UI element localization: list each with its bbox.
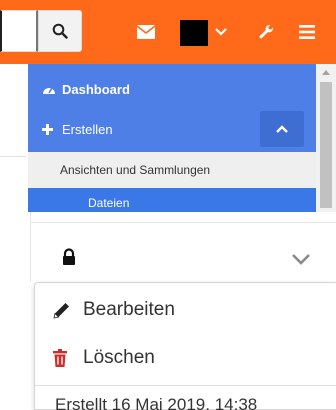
nav-scrollbar[interactable] [316,64,336,212]
created-date: Erstellt 16 Mai 2019, 14:38 [55,395,258,410]
main-menu-button[interactable] [298,22,316,42]
trash-icon [53,349,75,367]
chevron-down-icon [215,28,227,36]
nav-item-views-label: Ansichten und Sammlungen [60,163,211,177]
triangle-up-icon [322,69,330,75]
delete-button[interactable]: Löschen [53,343,155,373]
page-divider [0,156,26,157]
nav-item-views[interactable]: Ansichten und Sammlungen [28,152,316,188]
nav-item-create-label: Erstellen [62,121,113,137]
actions-dropdown: Bearbeiten Löschen Erstellt 16 Mai 2019,… [34,282,336,410]
wrench-icon [259,24,274,39]
nav-item-dashboard-label: Dashboard [62,81,130,97]
hamburger-icon [299,25,315,39]
collapse-create-button[interactable] [260,111,304,147]
inbox-button[interactable] [136,22,156,42]
search-icon [52,23,68,39]
access-card [30,212,336,282]
edit-button[interactable]: Bearbeiten [53,295,175,325]
nav-menu: Dashboard Erstellen Ansichten und Sammlu… [28,64,336,212]
actions-divider [35,385,336,386]
nav-item-dashboard[interactable]: Dashboard [28,70,316,108]
chevron-down-icon[interactable] [291,252,311,266]
user-menu-toggle[interactable] [214,22,228,42]
envelope-icon [137,25,155,39]
edit-label: Bearbeiten [83,299,175,320]
search-button[interactable] [38,10,82,52]
avatar[interactable] [180,20,208,46]
chevron-up-icon [276,125,288,133]
dashboard-icon [42,83,58,95]
nav-item-files[interactable]: Dateien [28,188,316,212]
lock-icon [63,248,75,265]
nav-item-files-label: Dateien [88,196,130,210]
card-divider [31,222,336,223]
delete-label: Löschen [83,347,155,368]
search-input[interactable] [0,10,38,52]
plus-icon [42,123,58,135]
admin-button[interactable] [258,22,276,42]
scroll-up-arrow[interactable] [316,66,336,78]
scroll-thumb[interactable] [320,82,332,208]
top-bar [0,0,336,64]
pencil-icon [53,301,75,319]
